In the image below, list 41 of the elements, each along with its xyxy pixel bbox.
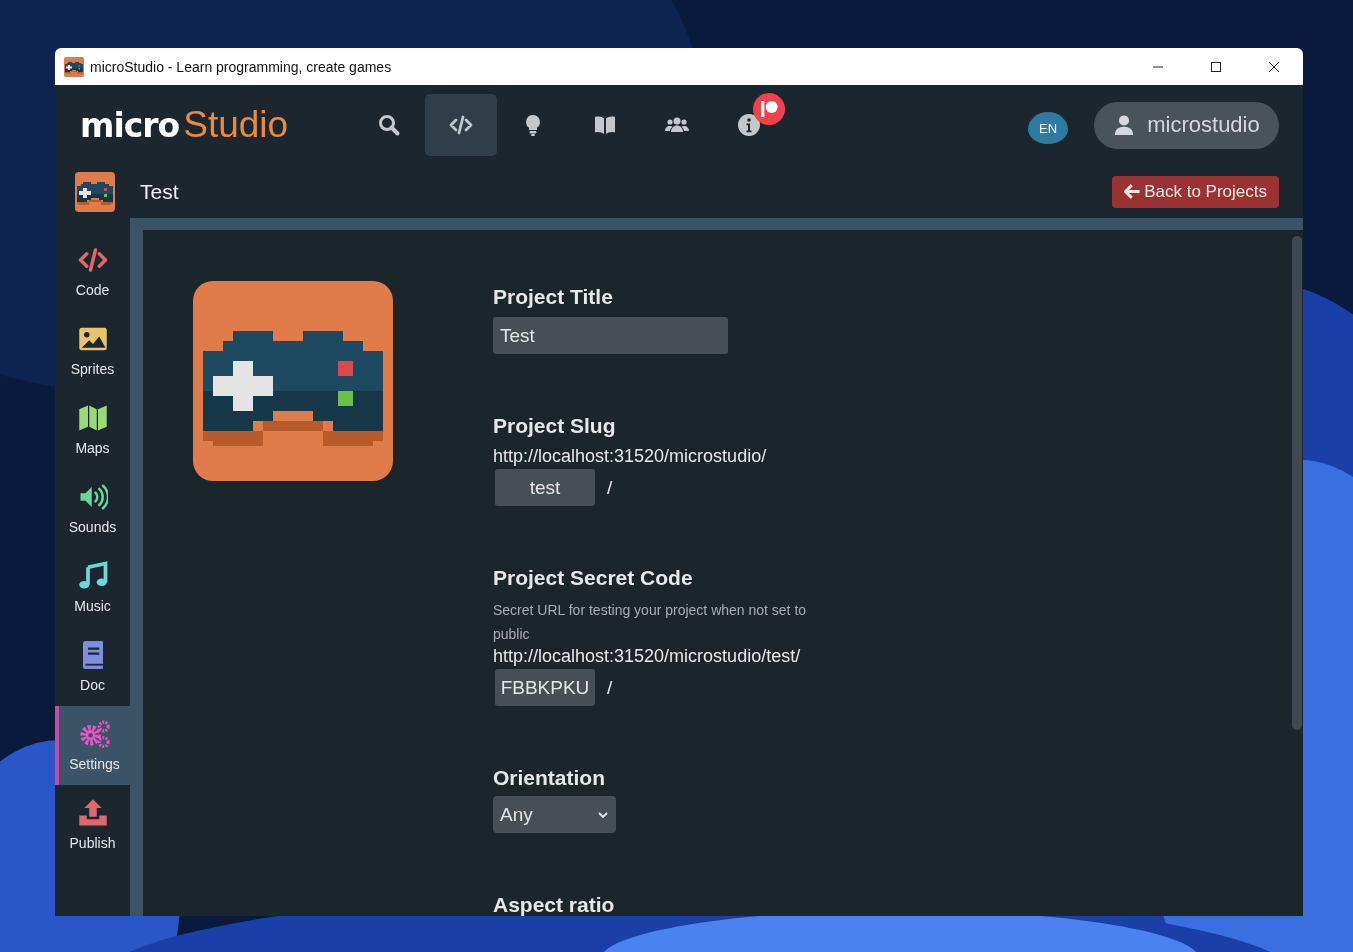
field-label: Project Title [493, 285, 613, 309]
sidebar-item[interactable]: Doc [55, 627, 130, 706]
sidebar-item[interactable]: Maps [55, 390, 130, 469]
window-title: microStudio - Learn programming, create games [90, 58, 392, 75]
description-text: Secret URL for testing your project when not set to public [493, 601, 808, 644]
language-button[interactable]: EN [1028, 112, 1068, 144]
patreon-icon[interactable] [753, 93, 785, 125]
nav-button[interactable] [425, 94, 497, 156]
sidebar-item[interactable]: Sprites [55, 311, 130, 390]
info-icon [737, 113, 761, 137]
url-text: http://localhost:31520/microstudio/ [493, 446, 767, 467]
slash-text: / [607, 476, 613, 499]
back-button[interactable]: Back to Projects [1112, 175, 1279, 208]
code-icon [449, 113, 473, 137]
orientation-select[interactable]: Any [493, 796, 616, 833]
sidebar-item[interactable]: Publish [55, 785, 130, 864]
gamepad-icon [75, 171, 115, 212]
field-label: Aspect ratio [493, 893, 615, 916]
user-button[interactable]: microstudio [1094, 101, 1279, 149]
sidebar-item[interactable]: Sounds [55, 469, 130, 548]
project-title: Test [140, 179, 179, 204]
gamepad-icon [64, 56, 84, 77]
field-label: Orientation [493, 766, 605, 790]
user-icon [1113, 113, 1136, 137]
gamepad-icon [193, 281, 393, 481]
field-label: Project Secret Code [493, 566, 693, 590]
logo[interactable]: microStudio [55, 104, 353, 146]
input-field[interactable]: FBBKPKU [495, 669, 595, 706]
scrollbar-thumb[interactable] [1292, 236, 1302, 730]
field-label: Project Slug [493, 414, 616, 438]
search-icon [377, 113, 401, 137]
input-field[interactable]: Test [493, 317, 728, 354]
url-text: http://localhost:31520/microstudio/test/ [493, 646, 801, 667]
close-icon [1268, 60, 1280, 73]
input-field[interactable]: test [495, 469, 595, 506]
arrow-left-icon [1124, 183, 1142, 200]
sidebar-item[interactable]: Settings [55, 706, 130, 785]
slash-text: / [607, 676, 613, 699]
maximize-icon [1210, 60, 1222, 73]
sidebar-item[interactable]: Music [55, 548, 130, 627]
sidebar-item[interactable]: Code [55, 232, 130, 311]
